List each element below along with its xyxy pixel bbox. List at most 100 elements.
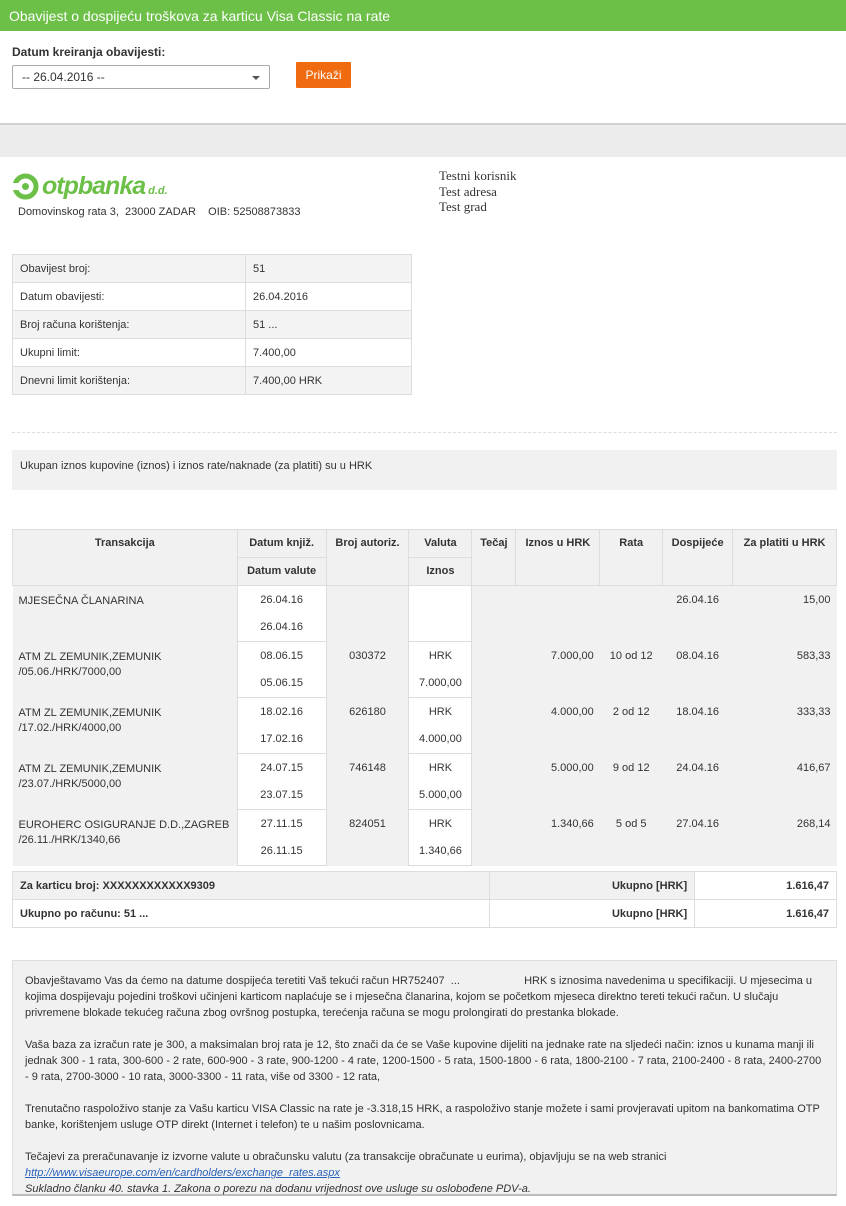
tx-amount: 5.000,00 [408,781,473,810]
exchange-rates-link[interactable]: http://www.visaeurope.com/en/cardholders… [25,1165,824,1181]
tx-installment: 2 od 12 [599,697,663,754]
dashed-divider [12,432,837,433]
page-title: Obavijest o dospijeću troškova za kartic… [9,8,391,24]
section-divider [0,123,846,157]
info-value: 51 ... [245,310,412,339]
table-row: ATM ZL ZEMUNIK,ZEMUNIK/05.06./HRK/7000,0… [12,641,837,698]
tx-amount-hrk [515,585,600,642]
recipient-address: Test adresa [439,183,497,199]
info-label: Obavijest broj: [12,254,246,283]
recipient-city: Test grad [439,199,487,214]
total-value: 1.616,47 [694,899,837,928]
notice-paragraph: Tečajevi za preračunavanje iz izvorne va… [25,1151,667,1163]
table-row: EUROHERC OSIGURANJE D.D.,ZAGREB/26.11./H… [12,809,837,866]
tx-currency: HRK [408,809,473,838]
tx-currency: HRK [408,753,473,782]
tx-amount-hrk: 7.000,00 [515,641,600,698]
tx-auth-number: 746148 [326,753,409,810]
tx-booking-date: 26.04.16 [236,585,327,614]
tx-installment: 5 od 5 [599,809,663,866]
tx-description: ATM ZL ZEMUNIK,ZEMUNIK/05.06./HRK/7000,0… [12,641,238,698]
notice-paragraph: Trenutačno raspoloživo stanje za Vašu ka… [25,1103,820,1131]
info-row: Ukupni limit: 7.400,00 [12,338,412,367]
tx-rate [471,809,516,866]
recipient-block: Testni korisnik Test adresa Test grad [439,168,516,215]
bank-name: otpbanka [42,171,146,200]
tx-installment [599,585,663,642]
col-header-transakcija: Transakcija [12,529,238,586]
total-row: Ukupno po računu: 51 ... Ukupno [HRK] 1.… [11,899,837,928]
info-value: 7.400,00 [245,338,412,367]
recipient-name: Testni korisnik [439,168,517,183]
tx-rate [471,697,516,754]
total-row: Za karticu broj: XXXXXXXXXXXX9309 Ukupno… [11,871,837,900]
tx-due-date: 24.04.16 [662,753,733,810]
info-row: Obavijest broj: 51 [12,254,412,283]
tx-rate [471,585,516,642]
tx-booking-date: 08.06.15 [236,641,327,670]
date-select[interactable]: -- 26.04.2016 -- [12,65,270,89]
col-header-tecaj: Tečaj [471,529,517,586]
notice-paragraph: Obavještavamo Vas da ćemo na datume dosp… [25,975,816,1019]
tx-value-date: 05.06.15 [236,669,327,698]
transactions-table: Transakcija Datum knjiž. Broj autoriz. V… [12,529,837,866]
info-row: Broj računa korištenja: 51 ... [12,310,412,339]
tx-description: ATM ZL ZEMUNIK,ZEMUNIK/23.07./HRK/5000,0… [12,753,238,810]
tx-booking-date: 27.11.15 [236,809,327,838]
tx-amount-hrk: 5.000,00 [515,753,600,810]
table-row: MJESEČNA ČLANARINA 26.04.16 26.04.16 15,… [12,585,837,642]
info-label: Dnevni limit korištenja: [12,366,246,395]
col-header-iznos: Iznos [408,557,473,586]
tx-amount: 4.000,00 [408,725,473,754]
vat-note: Sukladno članku 40. stavka 1. Zakona o p… [25,1183,531,1195]
tx-value-date: 26.11.15 [236,837,327,866]
info-label: Broj računa korištenja: [12,310,246,339]
tx-value-date: 17.02.16 [236,725,327,754]
tx-amount-hrk: 4.000,00 [515,697,600,754]
col-header-za-platiti: Za platiti u HRK [732,529,837,586]
tx-due-date: 27.04.16 [662,809,733,866]
show-button[interactable]: Prikaži [296,62,351,88]
tx-booking-date: 24.07.15 [236,753,327,782]
tx-to-pay: 416,67 [732,753,837,810]
chevron-down-icon [252,76,260,80]
bank-address: Domovinskog rata 3, 23000 ZADAR OIB: 525… [18,206,301,218]
total-currency-label: Ukupno [HRK] [489,871,696,900]
tx-due-date: 26.04.16 [662,585,733,642]
info-label: Datum obavijesti: [12,282,246,311]
tx-currency: HRK [408,697,473,726]
tx-currency: HRK [408,641,473,670]
notice-paragraph: Vaša baza za izračun rate je 300, a maks… [25,1039,822,1083]
tx-to-pay: 15,00 [732,585,837,642]
col-header-broj-autoriz: Broj autoriz. [325,529,410,586]
total-card-label: Za karticu broj: XXXXXXXXXXXX9309 [11,871,491,900]
page-header: Obavijest o dospijeću troškova za kartic… [0,0,846,31]
tx-amount [408,613,473,642]
tx-description: ATM ZL ZEMUNIK,ZEMUNIK/17.02./HRK/4000,0… [12,697,238,754]
info-row: Datum obavijesti: 26.04.2016 [12,282,412,311]
info-row: Dnevni limit korištenja: 7.400,00 HRK [12,366,412,395]
info-value: 26.04.2016 [245,282,412,311]
tx-installment: 10 od 12 [599,641,663,698]
tx-to-pay: 268,14 [732,809,837,866]
tx-description: MJESEČNA ČLANARINA [12,585,238,642]
tx-booking-date: 18.02.16 [236,697,327,726]
tx-rate [471,753,516,810]
tx-to-pay: 333,33 [732,697,837,754]
tx-auth-number: 626180 [326,697,409,754]
col-header-valuta: Valuta [408,529,473,558]
date-select-value: -- 26.04.2016 -- [22,70,105,84]
tx-rate [471,641,516,698]
info-value: 51 [245,254,412,283]
col-header-dospijece: Dospijeće [662,529,734,586]
col-header-datum-valute: Datum valute [236,557,327,586]
tx-auth-number [326,585,409,642]
tx-amount-hrk: 1.340,66 [515,809,600,866]
tx-due-date: 08.04.16 [662,641,733,698]
tx-to-pay: 583,33 [732,641,837,698]
tx-description: EUROHERC OSIGURANJE D.D.,ZAGREB/26.11./H… [12,809,238,866]
table-row: ATM ZL ZEMUNIK,ZEMUNIK/17.02./HRK/4000,0… [12,697,837,754]
tx-amount: 7.000,00 [408,669,473,698]
bank-logo: otpbanka d.d. [12,170,168,202]
info-label: Ukupni limit: [12,338,246,367]
